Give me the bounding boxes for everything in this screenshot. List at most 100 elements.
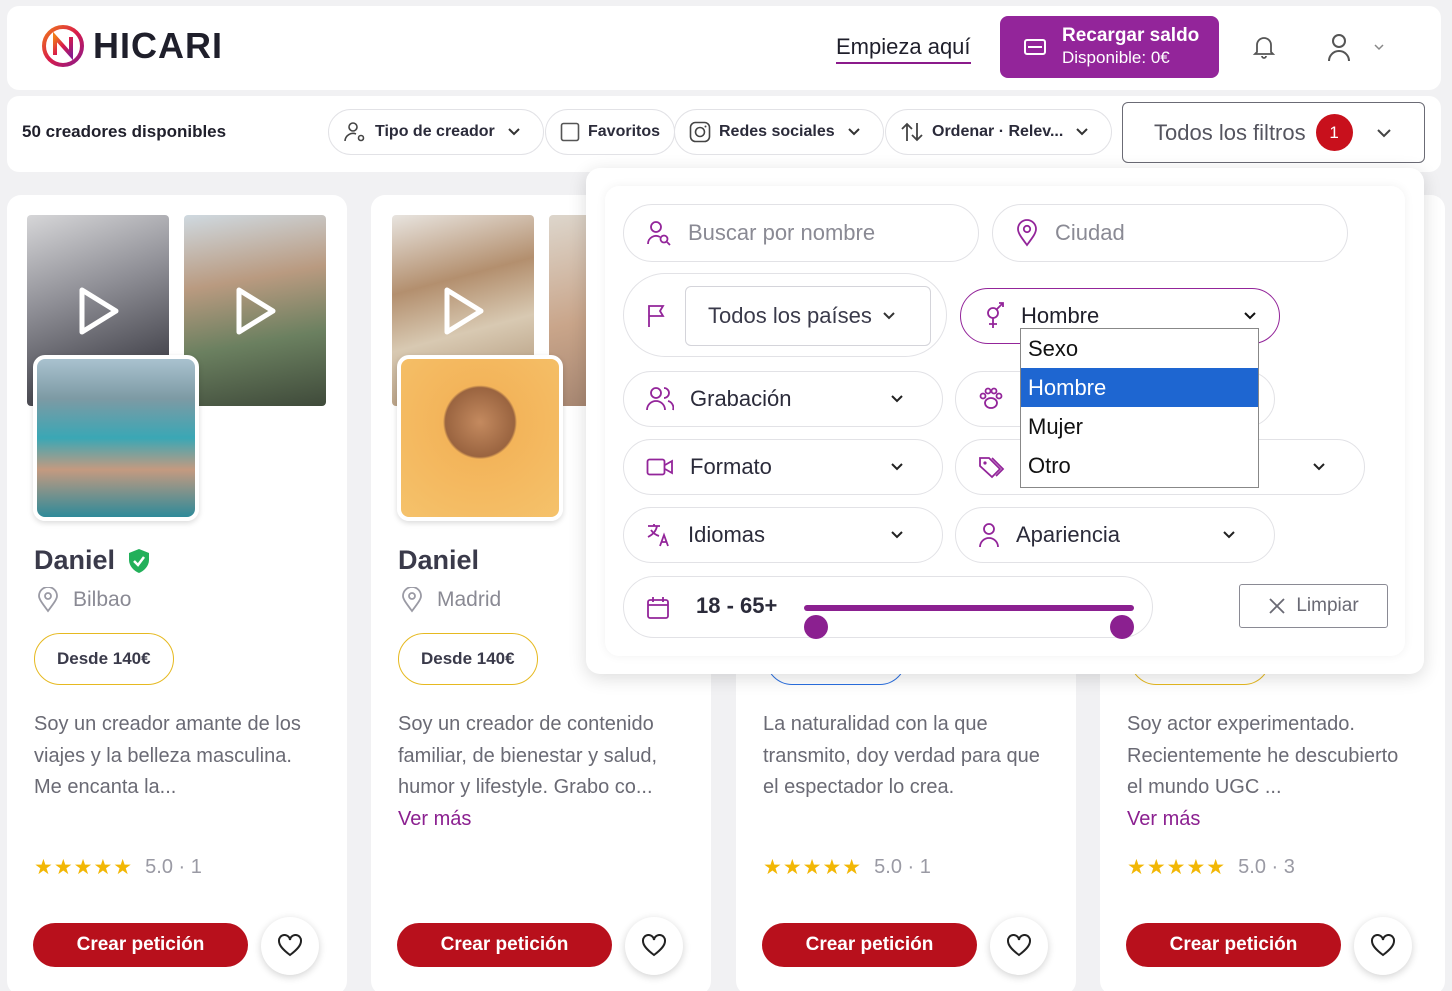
city-text: Bilbao xyxy=(73,588,132,611)
user-icon[interactable] xyxy=(1327,32,1351,62)
chevron-down-icon xyxy=(891,531,903,539)
instagram-icon xyxy=(689,121,711,143)
rating-text: 5.0 · 3 xyxy=(1238,856,1295,878)
age-max-handle[interactable] xyxy=(1110,615,1134,639)
star-rating-icon: ★★★★★ xyxy=(763,856,863,879)
appearance-select[interactable]: Apariencia xyxy=(955,507,1275,563)
favorite-button[interactable] xyxy=(261,917,319,975)
languages-select[interactable]: Idiomas xyxy=(623,507,943,563)
sex-options-list: Sexo Hombre Mujer Otro xyxy=(1020,328,1259,488)
favorite-button[interactable] xyxy=(1354,917,1412,975)
bell-icon[interactable] xyxy=(1252,34,1276,60)
topup-label: Recargar saldo xyxy=(1062,25,1200,46)
topup-button[interactable]: Recargar saldo Disponible: 0€ xyxy=(1000,16,1219,78)
sex-value: Hombre xyxy=(1021,303,1100,328)
bio-text: Soy actor experimentado. Recientemente h… xyxy=(1127,713,1399,798)
recording-select[interactable]: Grabación xyxy=(623,371,943,427)
creator-bio: Soy un creador de contenido familiar, de… xyxy=(398,709,688,835)
favorite-button[interactable] xyxy=(990,917,1048,975)
see-more-link[interactable]: Ver más xyxy=(1127,808,1200,830)
top-header: HICARI Empieza aquí Recargar saldo Dispo… xyxy=(7,6,1441,90)
create-request-button[interactable]: Crear petición xyxy=(33,923,248,967)
calendar-icon xyxy=(647,597,669,619)
flag-icon xyxy=(648,305,665,327)
creator-name-text: Daniel xyxy=(398,545,480,575)
search-name-input[interactable]: Buscar por nombre xyxy=(623,204,979,262)
creator-city: Madrid xyxy=(401,587,501,613)
chevron-down-icon xyxy=(1244,312,1256,320)
star-rating-icon: ★★★★★ xyxy=(1127,856,1227,879)
sex-option[interactable]: Mujer xyxy=(1021,407,1258,446)
sort-arrows-icon xyxy=(901,122,923,142)
sex-option-selected[interactable]: Hombre xyxy=(1021,368,1258,407)
creator-bio: La naturalidad con la que transmito, doy… xyxy=(763,709,1053,804)
rating-text: 5.0 · 1 xyxy=(874,856,931,878)
logo[interactable]: HICARI xyxy=(41,24,223,68)
creator-bio: Soy un creador amante de los viajes y la… xyxy=(34,709,324,804)
chevron-down-icon[interactable] xyxy=(1372,40,1386,54)
city-input[interactable]: Ciudad xyxy=(992,204,1348,262)
age-range-label: 18 - 65+ xyxy=(696,593,778,618)
chevron-down-icon xyxy=(1376,128,1391,137)
country-filter: Todos los países xyxy=(623,273,947,357)
recording-label: Grabación xyxy=(690,386,792,411)
social-label: Redes sociales xyxy=(719,123,835,140)
translate-icon xyxy=(647,524,669,547)
create-request-button[interactable]: Crear petición xyxy=(762,923,977,967)
clear-label: Limpiar xyxy=(1296,595,1359,616)
languages-label: Idiomas xyxy=(688,522,766,547)
social-filter[interactable]: Redes sociales xyxy=(674,109,884,155)
creator-name-text: Daniel xyxy=(34,545,116,575)
clear-filters-button[interactable]: Limpiar xyxy=(1239,584,1388,628)
sort-filter[interactable]: Ordenar · Relev... xyxy=(885,109,1113,155)
create-request-button[interactable]: Crear petición xyxy=(397,923,612,967)
checkbox-icon xyxy=(560,122,580,142)
heart-icon xyxy=(1371,934,1395,957)
filters-panel-body: Buscar por nombre Ciudad Todos los paíse… xyxy=(605,186,1405,656)
search-placeholder: Buscar por nombre xyxy=(688,220,876,245)
favorites-label: Favoritos xyxy=(588,123,661,140)
favorite-button[interactable] xyxy=(625,917,683,975)
video-thumbnail[interactable] xyxy=(184,215,326,406)
bio-text: Soy un creador amante de los viajes y la… xyxy=(34,713,301,798)
sort-label: Ordenar · Relev... xyxy=(932,123,1064,140)
play-icon xyxy=(444,287,484,334)
all-filters-label: Todos los filtros xyxy=(1154,119,1306,145)
location-pin-icon xyxy=(1017,219,1037,247)
create-request-button[interactable]: Crear petición xyxy=(1126,923,1341,967)
tags-icon xyxy=(979,457,1005,479)
all-filters-button[interactable]: Todos los filtros 1 xyxy=(1122,102,1425,163)
users-icon xyxy=(646,387,674,411)
location-pin-icon xyxy=(38,587,58,613)
age-range-track[interactable] xyxy=(804,605,1134,611)
filters-panel: Buscar por nombre Ciudad Todos los paíse… xyxy=(586,168,1424,674)
format-select[interactable]: Formato xyxy=(623,439,943,495)
user-icon xyxy=(979,523,999,548)
close-icon xyxy=(1269,598,1285,614)
user-gear-icon xyxy=(344,122,365,142)
sex-option[interactable]: Sexo xyxy=(1021,329,1258,368)
heart-icon xyxy=(278,934,302,957)
age-min-handle[interactable] xyxy=(804,615,828,639)
format-label: Formato xyxy=(690,454,772,479)
creator-type-filter[interactable]: Tipo de creador xyxy=(328,109,544,155)
see-more-link[interactable]: Ver más xyxy=(398,808,471,830)
start-here-link[interactable]: Empieza aquí xyxy=(836,34,971,64)
bio-text: Soy un creador de contenido familiar, de… xyxy=(398,713,658,798)
avatar xyxy=(397,355,563,521)
creator-bio: Soy actor experimentado. Recientemente h… xyxy=(1127,709,1417,835)
logo-text: HICARI xyxy=(93,25,223,66)
creator-card: Daniel Bilbao Desde 140€ Soy un creador … xyxy=(7,195,347,991)
chevron-down-icon xyxy=(1313,463,1325,471)
creator-name: Daniel xyxy=(398,545,479,576)
favorites-filter[interactable]: Favoritos xyxy=(545,109,676,155)
rating-text: 5.0 · 1 xyxy=(145,856,202,878)
chevron-down-icon xyxy=(891,463,903,471)
country-select[interactable]: Todos los países xyxy=(685,286,931,346)
paw-icon xyxy=(979,387,1003,409)
verified-badge-icon xyxy=(129,548,150,573)
chevron-down-icon xyxy=(508,128,520,136)
sex-option[interactable]: Otro xyxy=(1021,446,1258,485)
creator-city: Bilbao xyxy=(37,587,131,613)
rating: ★★★★★ 5.0 · 1 xyxy=(34,855,202,880)
